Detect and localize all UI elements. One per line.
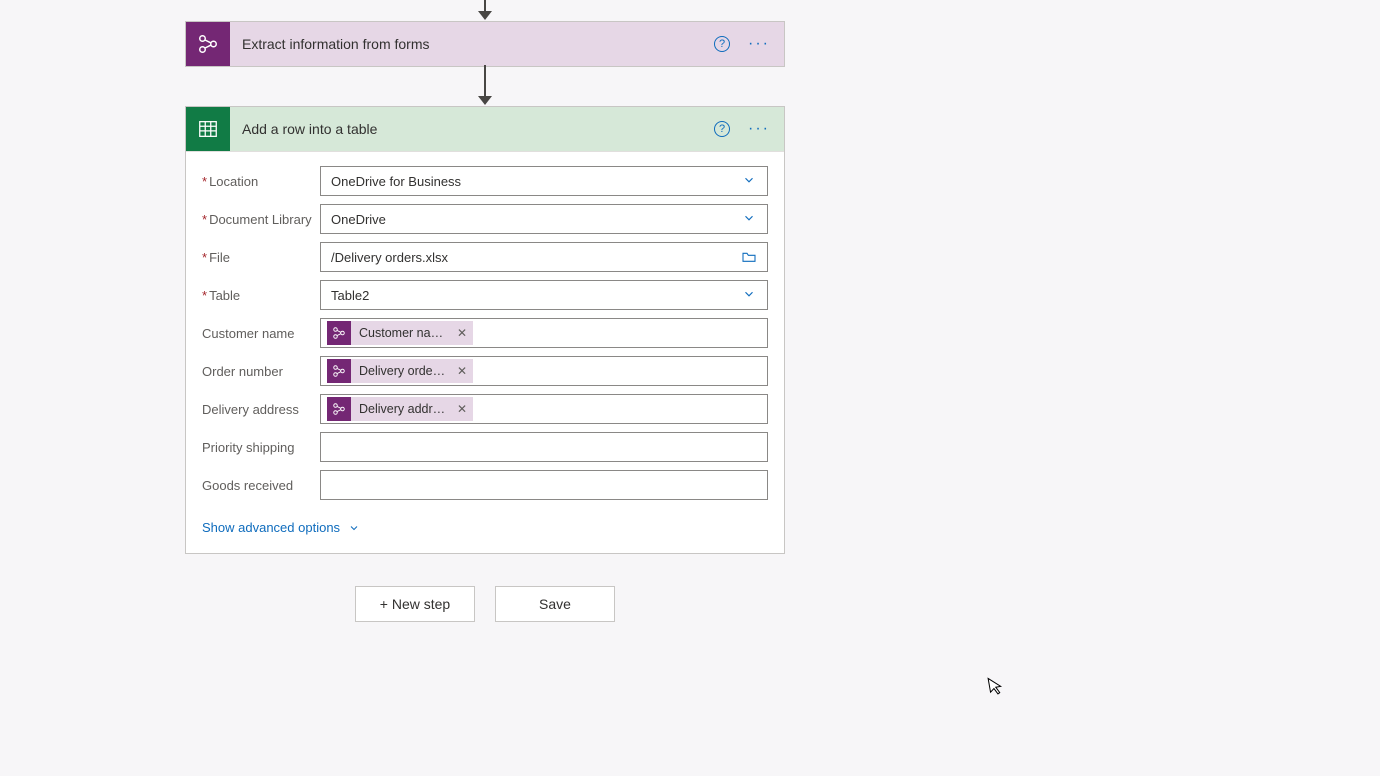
ai-builder-icon <box>186 22 230 66</box>
table-dropdown[interactable]: Table2 <box>320 280 768 310</box>
ai-builder-icon <box>327 359 351 383</box>
field-priority-shipping: Priority shipping <box>202 432 768 462</box>
connector-arrow <box>484 65 486 105</box>
help-icon[interactable]: ? <box>714 121 730 137</box>
label-text: Customer name <box>202 326 320 341</box>
card-header[interactable]: Add a row into a table ? ··· <box>186 107 784 151</box>
remove-token-icon[interactable]: ✕ <box>457 364 467 378</box>
label-text: Document Library <box>209 212 312 227</box>
field-file: *File /Delivery orders.xlsx <box>202 242 768 272</box>
card-title: Extract information from forms <box>230 36 714 52</box>
new-step-button[interactable]: + New step <box>355 586 475 622</box>
label-text: File <box>209 250 230 265</box>
field-order-number: Order number Delivery order ... ✕ <box>202 356 768 386</box>
more-icon[interactable]: ··· <box>748 36 770 52</box>
dynamic-token[interactable]: Delivery order ... ✕ <box>327 359 473 383</box>
dynamic-token[interactable]: Delivery addre... ✕ <box>327 397 473 421</box>
chevron-down-icon <box>348 522 360 534</box>
more-icon[interactable]: ··· <box>748 121 770 137</box>
delivery-address-input[interactable]: Delivery addre... ✕ <box>320 394 768 424</box>
remove-token-icon[interactable]: ✕ <box>457 402 467 416</box>
field-library: *Document Library OneDrive <box>202 204 768 234</box>
excel-icon <box>186 107 230 151</box>
field-location: *Location OneDrive for Business <box>202 166 768 196</box>
cursor-icon <box>987 675 1007 702</box>
goods-received-input[interactable] <box>320 470 768 500</box>
label-text: Delivery address <box>202 402 320 417</box>
action-card-extract[interactable]: Extract information from forms ? ··· <box>185 21 785 67</box>
ai-builder-icon <box>327 321 351 345</box>
folder-picker-icon[interactable] <box>737 249 761 266</box>
save-button[interactable]: Save <box>495 586 615 622</box>
library-dropdown[interactable]: OneDrive <box>320 204 768 234</box>
connector-arrow <box>484 0 486 20</box>
label-text: Goods received <box>202 478 320 493</box>
dynamic-token[interactable]: Customer nam... ✕ <box>327 321 473 345</box>
field-goods-received: Goods received <box>202 470 768 500</box>
action-card-addrow: Add a row into a table ? ··· *Location O… <box>185 106 785 554</box>
field-table: *Table Table2 <box>202 280 768 310</box>
order-number-input[interactable]: Delivery order ... ✕ <box>320 356 768 386</box>
field-delivery-address: Delivery address Delivery addre... ✕ <box>202 394 768 424</box>
help-icon[interactable]: ? <box>714 36 730 52</box>
label-text: Location <box>209 174 258 189</box>
label-text: Table <box>209 288 240 303</box>
label-text: Order number <box>202 364 320 379</box>
ai-builder-icon <box>327 397 351 421</box>
card-title: Add a row into a table <box>230 121 714 137</box>
file-picker[interactable]: /Delivery orders.xlsx <box>320 242 768 272</box>
field-customer-name: Customer name Customer nam... ✕ <box>202 318 768 348</box>
customer-name-input[interactable]: Customer nam... ✕ <box>320 318 768 348</box>
priority-shipping-input[interactable] <box>320 432 768 462</box>
chevron-down-icon <box>737 211 761 228</box>
label-text: Priority shipping <box>202 440 320 455</box>
remove-token-icon[interactable]: ✕ <box>457 326 467 340</box>
show-advanced-toggle[interactable]: Show advanced options <box>202 520 360 535</box>
location-dropdown[interactable]: OneDrive for Business <box>320 166 768 196</box>
chevron-down-icon <box>737 287 761 304</box>
chevron-down-icon <box>737 173 761 190</box>
